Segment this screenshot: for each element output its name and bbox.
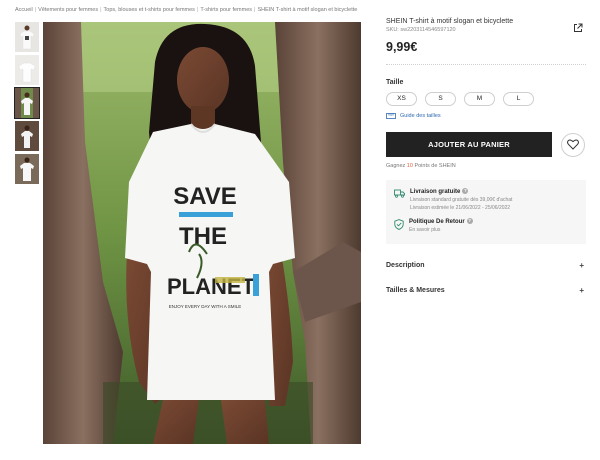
wishlist-button[interactable] [561, 132, 585, 157]
plus-icon[interactable]: + [579, 261, 584, 270]
divider [386, 64, 586, 65]
shirt-print-line1: SAVE [173, 183, 237, 210]
cart-row: AJOUTER AU PANIER [386, 132, 586, 157]
return-policy-link[interactable]: En savoir plus [409, 227, 473, 234]
size-guide-label[interactable]: Guide des tailles [400, 113, 441, 119]
shirt-print-line2: THE [179, 223, 227, 250]
size-options: XS S M L [386, 92, 586, 106]
size-section-title: Taille [386, 79, 404, 86]
breadcrumb-tops[interactable]: Tops, blouses et t-shirts pour femmes [104, 7, 195, 13]
free-shipping-line2: Livraison estimée le 21/06/2022 - 25/06/… [410, 204, 511, 211]
free-shipping-line1: Livraison standard gratuite dès 39,00€ d… [410, 196, 513, 203]
help-icon[interactable]: ? [466, 218, 473, 224]
product-title: SHEIN T-shirt à motif slogan et bicyclet… [386, 18, 514, 25]
heart-icon [567, 139, 579, 150]
shield-check-icon [394, 219, 404, 230]
breadcrumb-tshirts[interactable]: T-shirts pour femmes [200, 7, 252, 13]
share-icon[interactable] [573, 20, 583, 32]
free-shipping-row: Livraison gratuite? Livraison standard g… [394, 188, 578, 211]
points-info: Gagnez 10 Points de SHEIN [386, 163, 586, 169]
thumbnail-3[interactable] [14, 87, 40, 119]
free-shipping-title: Livraison gratuite [410, 189, 461, 195]
add-to-cart-button[interactable]: AJOUTER AU PANIER [386, 132, 552, 157]
size-option-l[interactable]: L [503, 92, 534, 106]
thumbnail-4[interactable] [15, 121, 39, 151]
points-number: 10 [406, 163, 413, 169]
shipping-info-box: Livraison gratuite? Livraison standard g… [386, 180, 586, 244]
accordion-sizes-label: Tailles & Mesures [386, 287, 445, 294]
breadcrumb: Accueil | Vêtements pour femmes | Tops, blou… [15, 7, 358, 13]
thumbnail-1[interactable] [15, 22, 39, 52]
breadcrumb-current: SHEIN T-shirt à motif slogan et bicyclet… [257, 7, 358, 13]
return-policy-row: Politique De Retour? En savoir plus [394, 218, 578, 233]
breadcrumb-home[interactable]: Accueil [15, 7, 33, 13]
size-guide-link[interactable]: Guide des tailles [386, 113, 586, 119]
breadcrumb-women-clothing[interactable]: Vêtements pour femmes [38, 7, 98, 13]
product-price: 9,99€ [386, 40, 418, 54]
ruler-icon [386, 113, 396, 119]
size-option-m[interactable]: M [464, 92, 495, 106]
shirt-print-small: ENJOY EVERY DAY WITH A SMILE [169, 304, 242, 309]
thumbnail-5[interactable] [15, 154, 39, 184]
product-info-panel: SHEIN T-shirt à motif slogan et bicyclet… [386, 18, 586, 295]
help-icon[interactable]: ? [462, 188, 469, 194]
thumbnail-2[interactable] [15, 55, 39, 85]
product-sku: SKU: sw2203114546597120 [386, 27, 456, 33]
accordion-sizes-measures[interactable]: Tailles & Mesures + [386, 286, 584, 295]
points-prefix: Gagnez [386, 163, 406, 169]
plus-icon[interactable]: + [579, 286, 584, 295]
points-suffix: Points de SHEIN [414, 163, 456, 169]
return-policy-title: Politique De Retour [409, 219, 465, 225]
product-main-image[interactable]: SAVE THE PLANET ENJOY EVERY DAY WITH A S… [43, 22, 361, 444]
accordion-description[interactable]: Description + [386, 261, 584, 270]
size-option-s[interactable]: S [425, 92, 456, 106]
size-option-xs[interactable]: XS [386, 92, 417, 106]
truck-icon [394, 189, 405, 198]
accordion-description-label: Description [386, 262, 425, 269]
thumbnail-list [14, 22, 40, 187]
